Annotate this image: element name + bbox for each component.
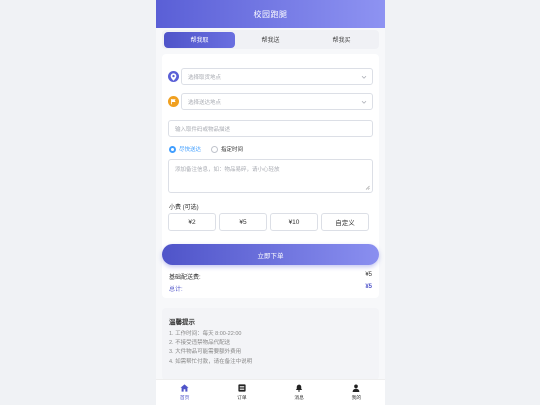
service-tabs: 帮我取 帮我送 帮我买 bbox=[162, 30, 379, 49]
nav-home-label: 首页 bbox=[179, 396, 190, 401]
total-fee-label: 总计: bbox=[169, 287, 183, 293]
chevron-down-icon bbox=[361, 75, 367, 79]
total-fee-row: 总计: ¥5 bbox=[169, 284, 372, 293]
asap-label[interactable]: 尽快送达 bbox=[179, 145, 201, 153]
notice-card: 温馨提示 1. 工作时间：每天 8:00-22:00 2. 不接受违禁物品代配送… bbox=[162, 308, 379, 380]
flag-icon bbox=[168, 96, 179, 107]
remark-textarea[interactable]: 添加备注信息，如：物品易碎，请小心轻放 bbox=[168, 159, 373, 193]
tip-custom-button[interactable]: 自定义 bbox=[321, 213, 369, 231]
tip-label: 小费 (可选) bbox=[169, 205, 199, 211]
home-icon bbox=[180, 384, 189, 392]
notice-title: 温馨提示 bbox=[169, 319, 195, 326]
resize-handle-icon[interactable] bbox=[365, 185, 370, 190]
nav-orders[interactable]: 订单 bbox=[213, 380, 270, 405]
remark-placeholder: 添加备注信息，如：物品易碎，请小心轻放 bbox=[175, 167, 280, 173]
app-screen: 校园跑腿 帮我取 帮我送 帮我买 选择取货地点 选择送达地点 输入取件码或物品描… bbox=[156, 0, 385, 405]
base-fee-row: 基础配送费: ¥5 bbox=[169, 272, 372, 281]
base-fee-value: ¥5 bbox=[365, 272, 372, 278]
tab-pickup[interactable]: 帮我取 bbox=[164, 31, 235, 48]
item-placeholder: 输入取件码或物品描述 bbox=[175, 126, 231, 133]
notice-item: 3. 大件物品可能需要额外费用 bbox=[169, 349, 242, 356]
delivery-location-select[interactable]: 选择送达地点 bbox=[181, 93, 373, 110]
page-title: 校园跑腿 bbox=[253, 9, 288, 19]
user-icon bbox=[353, 384, 360, 392]
scheduled-radio[interactable] bbox=[211, 145, 219, 153]
pickup-row: 选择取货地点 bbox=[168, 68, 373, 85]
submit-order-button[interactable]: 立即下单 bbox=[162, 244, 379, 265]
tab-delivery[interactable]: 帮我送 bbox=[235, 32, 306, 48]
tip-options: ¥2 ¥5 ¥10 自定义 bbox=[168, 213, 369, 231]
item-description-input[interactable]: 输入取件码或物品描述 bbox=[168, 120, 373, 137]
nav-home[interactable]: 首页 bbox=[156, 380, 213, 405]
list-icon bbox=[238, 384, 246, 392]
pickup-placeholder: 选择取货地点 bbox=[188, 74, 222, 81]
notice-item: 2. 不接受违禁物品代配送 bbox=[169, 340, 231, 347]
notice-item: 4. 如需帮忙付款，请在备注中说明 bbox=[169, 358, 253, 365]
bottom-nav: 首页 订单 消息 我的 bbox=[156, 379, 385, 405]
tab-purchase[interactable]: 帮我买 bbox=[306, 32, 377, 48]
notice-item: 1. 工作时间：每天 8:00-22:00 bbox=[169, 331, 242, 337]
tip-5-button[interactable]: ¥5 bbox=[219, 213, 267, 231]
app-header: 校园跑腿 bbox=[156, 0, 385, 28]
total-fee-value: ¥5 bbox=[365, 284, 372, 290]
nav-messages-label: 消息 bbox=[294, 396, 304, 401]
delivery-time-options: 尽快送达 指定时间 bbox=[169, 145, 243, 153]
base-fee-label: 基础配送费: bbox=[169, 275, 201, 281]
pickup-location-select[interactable]: 选择取货地点 bbox=[181, 68, 373, 85]
asap-radio[interactable] bbox=[169, 145, 176, 153]
nav-profile[interactable]: 我的 bbox=[328, 380, 385, 405]
nav-profile-label: 我的 bbox=[351, 396, 362, 401]
location-pin-icon bbox=[168, 71, 179, 82]
tip-10-button[interactable]: ¥10 bbox=[270, 213, 318, 231]
nav-orders-label: 订单 bbox=[237, 396, 247, 401]
bell-icon bbox=[295, 384, 303, 392]
tip-2-button[interactable]: ¥2 bbox=[168, 213, 216, 231]
delivery-row: 选择送达地点 bbox=[168, 93, 373, 110]
delivery-placeholder: 选择送达地点 bbox=[188, 99, 222, 106]
nav-messages[interactable]: 消息 bbox=[271, 380, 328, 405]
chevron-down-icon bbox=[361, 100, 367, 104]
scheduled-label[interactable]: 指定时间 bbox=[221, 145, 243, 153]
